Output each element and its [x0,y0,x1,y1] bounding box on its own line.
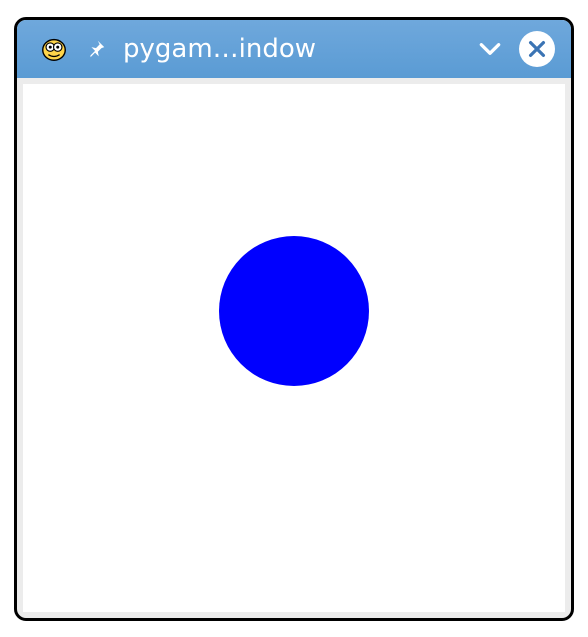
window-title: pygam…indow [123,34,461,64]
pin-icon[interactable] [85,38,107,60]
app-window: pygam…indow [14,17,574,621]
blue-circle [219,236,369,386]
titlebar[interactable]: pygam…indow [17,20,571,78]
close-button[interactable] [519,31,555,67]
app-icon [39,34,69,64]
canvas[interactable] [23,84,565,612]
chevron-down-icon[interactable] [477,36,503,62]
